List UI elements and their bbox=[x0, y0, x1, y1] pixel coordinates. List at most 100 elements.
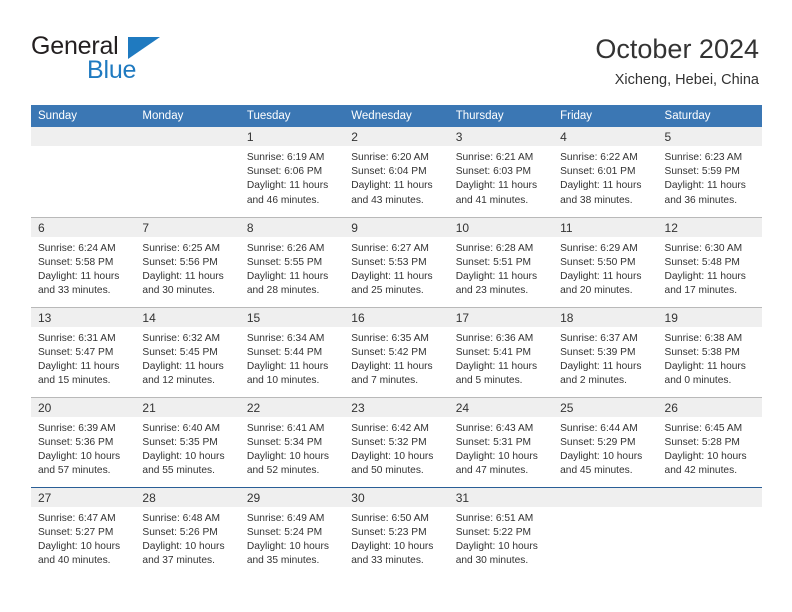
sunset-text: Sunset: 6:03 PM bbox=[455, 166, 532, 178]
calendar-body: 1 Sunrise: 6:19 AM Sunset: 6:06 PM Daylight… bbox=[31, 127, 762, 577]
sunset-text: Sunset: 6:01 PM bbox=[560, 166, 636, 178]
day-details: Sunrise: 6:37 AM Sunset: 5:39 PM Daylight:… bbox=[553, 327, 657, 389]
day-details: Sunrise: 6:27 AM Sunset: 5:53 PM Daylight:… bbox=[344, 237, 448, 299]
calendar-day-cell[interactable]: 13 Sunrise: 6:31 AM Sunset: 5:47 PM Dayligh… bbox=[31, 306, 136, 397]
day-number bbox=[135, 127, 240, 146]
calendar-day-cell[interactable]: 6 Sunrise: 6:24 AM Sunset: 5:58 PM Daylight… bbox=[31, 216, 136, 307]
calendar-day-cell-empty bbox=[553, 486, 658, 577]
daylight-text-line2: and 47 minutes. bbox=[455, 465, 529, 477]
calendar-day-cell[interactable]: 8 Sunrise: 6:26 AM Sunset: 5:55 PM Daylight… bbox=[239, 216, 345, 307]
day-number: 1 bbox=[239, 127, 345, 146]
weekday-header-thursday: Thursday bbox=[448, 105, 554, 127]
calendar-week-row: 20 Sunrise: 6:39 AM Sunset: 5:36 PM Dayligh… bbox=[31, 396, 762, 487]
day-details: Sunrise: 6:36 AM Sunset: 5:41 PM Daylight:… bbox=[449, 327, 553, 389]
sunset-text: Sunset: 5:58 PM bbox=[38, 256, 114, 268]
calendar-day-cell[interactable]: 7 Sunrise: 6:25 AM Sunset: 5:56 PM Daylight… bbox=[135, 216, 240, 307]
calendar-day-cell[interactable]: 14 Sunrise: 6:32 AM Sunset: 5:45 PM Dayligh… bbox=[135, 306, 240, 397]
brand-name-blue: Blue bbox=[87, 56, 137, 84]
page-title: October 2024 bbox=[595, 34, 759, 64]
calendar-day-cell[interactable]: 26 Sunrise: 6:45 AM Sunset: 5:28 PM Dayligh… bbox=[657, 396, 762, 487]
day-details: Sunrise: 6:25 AM Sunset: 5:56 PM Daylight:… bbox=[135, 237, 239, 299]
sunset-text: Sunset: 5:28 PM bbox=[664, 436, 740, 448]
daylight-text-line2: and 42 minutes. bbox=[664, 465, 738, 477]
calendar-day-cell[interactable]: 22 Sunrise: 6:41 AM Sunset: 5:34 PM Dayligh… bbox=[239, 396, 345, 487]
day-number: 14 bbox=[135, 307, 240, 327]
daylight-text-line1: Daylight: 11 hours bbox=[455, 360, 538, 372]
sunrise-text: Sunrise: 6:32 AM bbox=[142, 332, 221, 344]
calendar-day-cell[interactable]: 16 Sunrise: 6:35 AM Sunset: 5:42 PM Dayligh… bbox=[344, 306, 449, 397]
day-details: Sunrise: 6:44 AM Sunset: 5:29 PM Daylight:… bbox=[553, 417, 657, 479]
day-details: Sunrise: 6:22 AM Sunset: 6:01 PM Daylight:… bbox=[553, 146, 657, 208]
daylight-text-line2: and 10 minutes. bbox=[246, 375, 320, 387]
calendar-day-cell[interactable]: 21 Sunrise: 6:40 AM Sunset: 5:35 PM Dayligh… bbox=[135, 396, 240, 487]
calendar-day-cell[interactable]: 30 Sunrise: 6:50 AM Sunset: 5:23 PM Dayligh… bbox=[344, 486, 449, 577]
calendar-day-cell[interactable]: 12 Sunrise: 6:30 AM Sunset: 5:48 PM Dayligh… bbox=[657, 216, 762, 307]
calendar-day-cell[interactable]: 9 Sunrise: 6:27 AM Sunset: 5:53 PM Daylight… bbox=[344, 216, 449, 307]
brand-logo[interactable]: General Blue bbox=[31, 33, 241, 89]
calendar-day-cell[interactable]: 17 Sunrise: 6:36 AM Sunset: 5:41 PM Dayligh… bbox=[448, 306, 554, 397]
day-number: 29 bbox=[239, 487, 345, 507]
day-details: Sunrise: 6:21 AM Sunset: 6:03 PM Daylight:… bbox=[449, 146, 553, 208]
calendar-day-cell[interactable]: 24 Sunrise: 6:43 AM Sunset: 5:31 PM Dayligh… bbox=[448, 396, 554, 487]
calendar-day-cell[interactable]: 2 Sunrise: 6:20 AM Sunset: 6:04 PM Daylight… bbox=[344, 127, 449, 217]
sunrise-text: Sunrise: 6:28 AM bbox=[455, 242, 534, 254]
calendar-day-cell[interactable]: 27 Sunrise: 6:47 AM Sunset: 5:27 PM Dayligh… bbox=[31, 486, 136, 577]
daylight-text-line2: and 43 minutes. bbox=[351, 194, 424, 206]
day-number bbox=[657, 487, 762, 507]
calendar-day-cell[interactable]: 4 Sunrise: 6:22 AM Sunset: 6:01 PM Daylight… bbox=[553, 127, 658, 217]
day-details: Sunrise: 6:20 AM Sunset: 6:04 PM Daylight:… bbox=[344, 146, 448, 208]
daylight-text-line2: and 30 minutes. bbox=[142, 285, 215, 297]
calendar-day-cell[interactable]: 5 Sunrise: 6:23 AM Sunset: 5:59 PM Daylight… bbox=[657, 127, 762, 217]
sunset-text: Sunset: 6:04 PM bbox=[351, 166, 427, 178]
sunset-text: Sunset: 5:32 PM bbox=[351, 436, 427, 448]
sunrise-text: Sunrise: 6:34 AM bbox=[246, 332, 325, 344]
sunrise-text: Sunrise: 6:51 AM bbox=[455, 512, 534, 524]
calendar-day-cell[interactable]: 19 Sunrise: 6:38 AM Sunset: 5:38 PM Dayligh… bbox=[657, 306, 762, 397]
day-number: 15 bbox=[239, 307, 345, 327]
calendar-day-cell[interactable]: 10 Sunrise: 6:28 AM Sunset: 5:51 PM Dayligh… bbox=[448, 216, 554, 307]
calendar-day-cell[interactable]: 15 Sunrise: 6:34 AM Sunset: 5:44 PM Dayligh… bbox=[239, 306, 345, 397]
daylight-text-line2: and 2 minutes. bbox=[560, 375, 627, 387]
calendar-page: General Blue October 2024 Xicheng, Hebei… bbox=[0, 0, 792, 612]
daylight-text-line1: Daylight: 10 hours bbox=[38, 540, 121, 552]
sunset-text: Sunset: 5:26 PM bbox=[142, 526, 218, 538]
daylight-text-line1: Daylight: 10 hours bbox=[142, 540, 225, 552]
weekday-header-saturday: Saturday bbox=[657, 105, 762, 127]
day-details: Sunrise: 6:39 AM Sunset: 5:36 PM Daylight:… bbox=[31, 417, 135, 479]
calendar-day-cell[interactable]: 18 Sunrise: 6:37 AM Sunset: 5:39 PM Dayligh… bbox=[553, 306, 658, 397]
day-details: Sunrise: 6:40 AM Sunset: 5:35 PM Daylight:… bbox=[135, 417, 239, 479]
calendar-day-cell[interactable]: 25 Sunrise: 6:44 AM Sunset: 5:29 PM Dayligh… bbox=[553, 396, 658, 487]
sunrise-text: Sunrise: 6:41 AM bbox=[246, 422, 325, 434]
daylight-text-line1: Daylight: 11 hours bbox=[560, 360, 642, 372]
calendar-day-cell[interactable]: 20 Sunrise: 6:39 AM Sunset: 5:36 PM Dayligh… bbox=[31, 396, 136, 487]
day-number: 13 bbox=[31, 307, 136, 327]
day-number: 23 bbox=[344, 397, 449, 417]
day-details: Sunrise: 6:29 AM Sunset: 5:50 PM Daylight:… bbox=[553, 237, 657, 299]
calendar-day-cell[interactable]: 11 Sunrise: 6:29 AM Sunset: 5:50 PM Dayligh… bbox=[553, 216, 658, 307]
daylight-text-line2: and 35 minutes. bbox=[246, 555, 320, 567]
sunrise-text: Sunrise: 6:23 AM bbox=[664, 152, 743, 163]
calendar-day-cell[interactable]: 1 Sunrise: 6:19 AM Sunset: 6:06 PM Daylight… bbox=[239, 127, 345, 217]
day-details: Sunrise: 6:28 AM Sunset: 5:51 PM Daylight:… bbox=[449, 237, 553, 299]
day-number: 9 bbox=[344, 217, 449, 237]
day-number: 11 bbox=[553, 217, 658, 237]
calendar-day-cell[interactable]: 29 Sunrise: 6:49 AM Sunset: 5:24 PM Dayligh… bbox=[239, 486, 345, 577]
daylight-text-line1: Daylight: 10 hours bbox=[246, 450, 329, 462]
day-number: 4 bbox=[553, 127, 658, 146]
sunrise-text: Sunrise: 6:44 AM bbox=[560, 422, 638, 434]
daylight-text-line2: and 0 minutes. bbox=[664, 375, 732, 387]
sunset-text: Sunset: 5:56 PM bbox=[142, 256, 218, 268]
daylight-text-line1: Daylight: 11 hours bbox=[455, 270, 538, 282]
daylight-text-line1: Daylight: 10 hours bbox=[351, 450, 434, 462]
sunset-text: Sunset: 5:22 PM bbox=[455, 526, 532, 538]
calendar-day-cell[interactable]: 23 Sunrise: 6:42 AM Sunset: 5:32 PM Dayligh… bbox=[344, 396, 449, 487]
daylight-text-line1: Daylight: 11 hours bbox=[142, 270, 224, 282]
calendar-day-cell[interactable]: 3 Sunrise: 6:21 AM Sunset: 6:03 PM Daylight… bbox=[448, 127, 554, 217]
daylight-text-line1: Daylight: 11 hours bbox=[38, 360, 120, 372]
sunset-text: Sunset: 5:47 PM bbox=[38, 346, 114, 358]
calendar-day-cell[interactable]: 28 Sunrise: 6:48 AM Sunset: 5:26 PM Dayligh… bbox=[135, 486, 240, 577]
daylight-text-line2: and 33 minutes. bbox=[351, 555, 424, 567]
daylight-text-line2: and 45 minutes. bbox=[560, 465, 633, 477]
calendar-day-cell[interactable]: 31 Sunrise: 6:51 AM Sunset: 5:22 PM Dayligh… bbox=[448, 486, 554, 577]
sunset-text: Sunset: 5:50 PM bbox=[560, 256, 636, 268]
